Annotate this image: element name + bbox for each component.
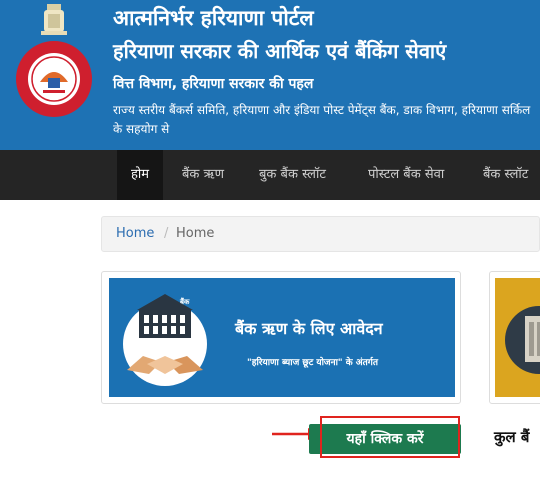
bank-loan-card[interactable]: बैंक बैंक ऋण के लिए आवेदन "हरियाणा ब्याज… [101,271,461,404]
breadcrumb: Home / Home [101,216,540,252]
nav-book-bank-slot[interactable]: बुक बैंक स्लॉट [259,150,326,200]
bank-loan-banner: बैंक बैंक ऋण के लिए आवेदन "हरियाणा ब्याज… [109,278,455,397]
button-highlight-box [320,416,460,458]
bank-building-label: बैंक [180,298,190,306]
bank-loan-card-title: बैंक ऋण के लिए आवेदन [235,319,383,338]
breadcrumb-current: Home [176,226,215,241]
nav-bank-slot[interactable]: बैंक स्लॉट [483,150,528,200]
portal-subtitle: हरियाणा सरकार की आर्थिक एवं बैंकिंग सेवा… [113,39,447,63]
nav-postal-bank-service[interactable]: पोस्टल बैंक सेवा [368,150,444,200]
partnership-text: राज्य स्तरीय बैंकर्स समिति, हरियाणा और इ… [113,103,531,136]
total-banks-text: कुल बैं [494,428,530,446]
bank-loan-card-subtitle: "हरियाणा ब्याज छूट योजना" के अंतर्गत [247,358,378,368]
haryana-emblem-icon [16,4,92,117]
bank-slot-banner [495,278,540,397]
bank-slot-card[interactable] [489,271,540,404]
breadcrumb-home-link[interactable]: Home [116,217,154,251]
department-tagline: वित्त विभाग, हरियाणा सरकार की पहल [113,76,314,92]
bank-building-icon [505,306,540,374]
main-navbar: होम बैंक ऋण बुक बैंक स्लॉट पोस्टल बैंक स… [0,150,540,200]
portal-title: आत्मनिर्भर हरियाणा पोर्टल [113,6,314,30]
site-header: आत्मनिर्भर हरियाणा पोर्टल हरियाणा सरकार … [0,0,540,150]
breadcrumb-separator: / [164,226,169,241]
nav-home[interactable]: होम [117,150,164,200]
nav-bank-loan[interactable]: बैंक ऋण [182,150,224,200]
bank-handshake-icon [123,294,207,386]
